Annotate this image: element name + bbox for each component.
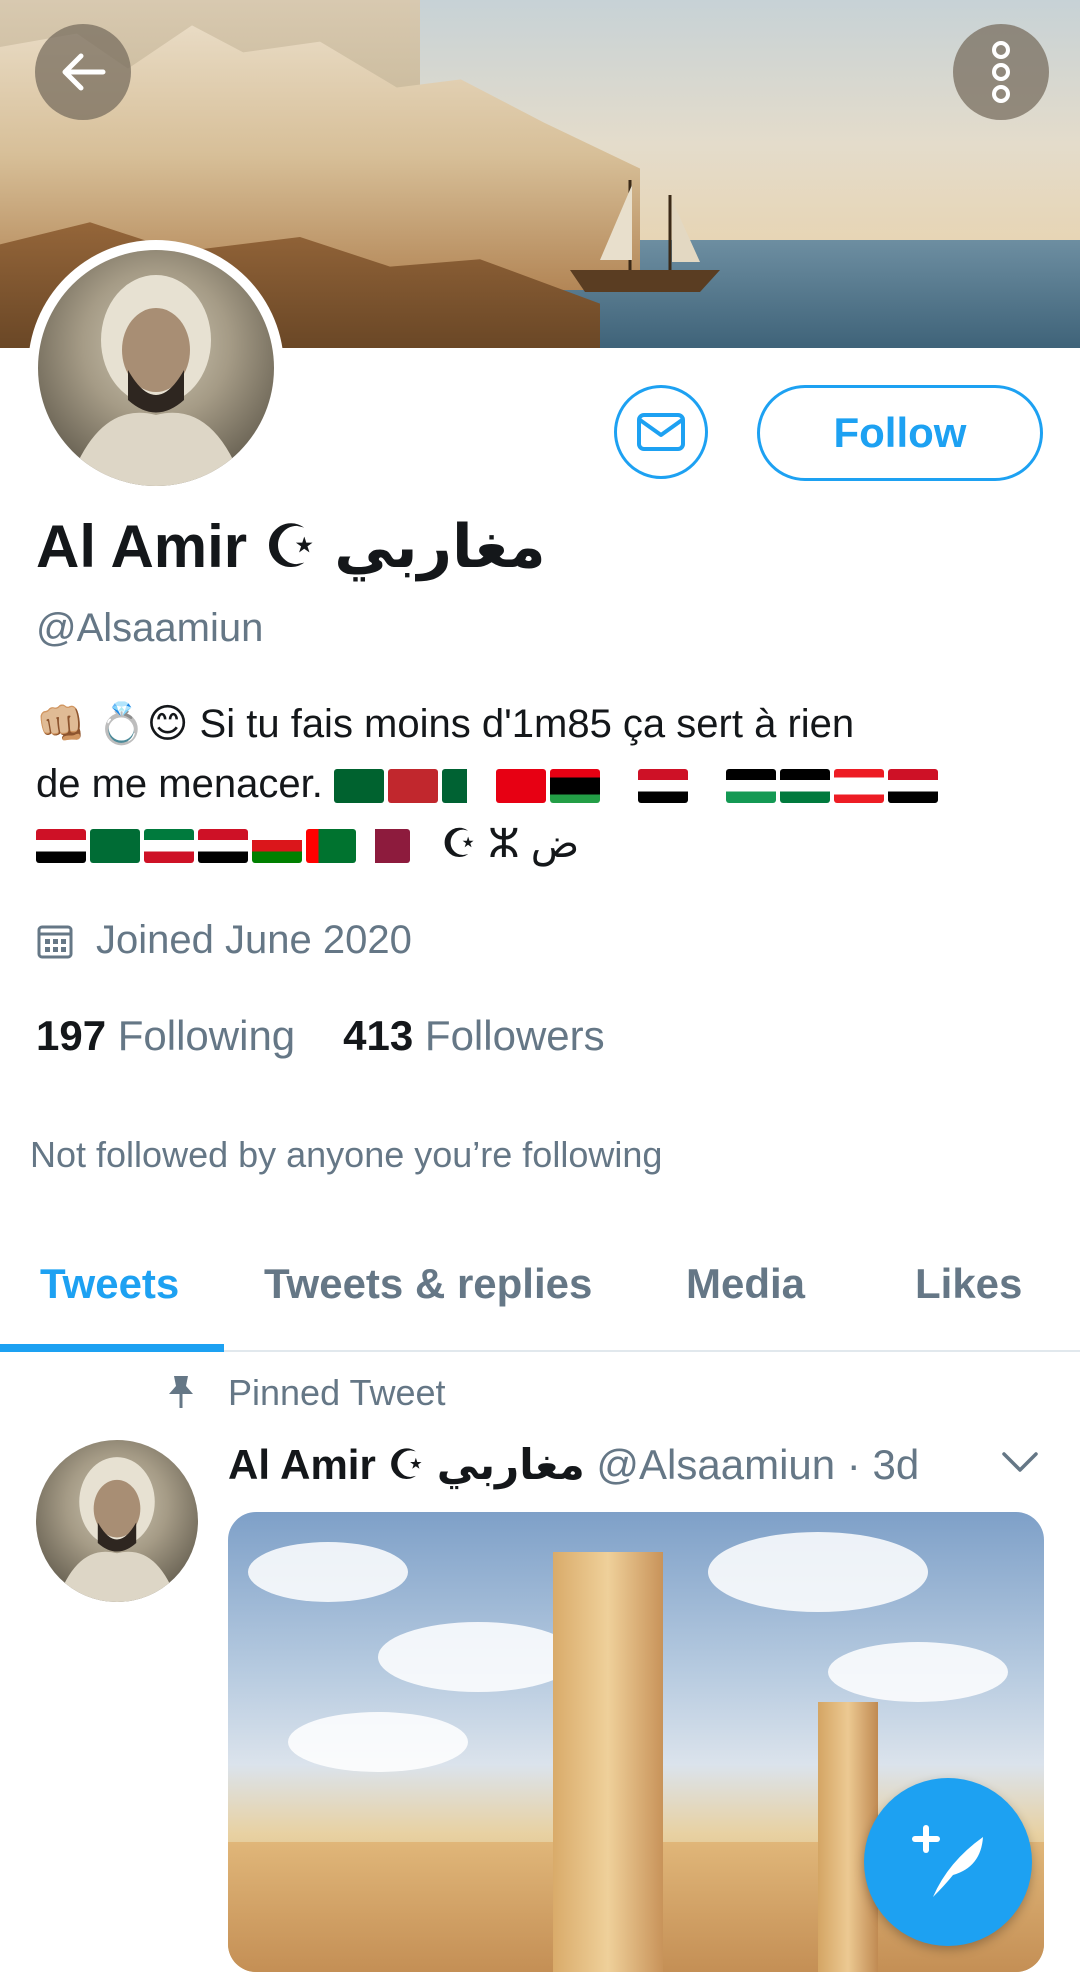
tab-tweets[interactable]: Tweets — [40, 1260, 179, 1308]
display-name: Al Amir ☪ مغاربي — [36, 513, 546, 580]
tweet-header: Al Amir ☪ مغاربي @Alsaamiun · 3d — [228, 1440, 919, 1489]
avatar-image — [36, 1440, 198, 1602]
flag-oman — [252, 829, 302, 864]
back-button[interactable] — [35, 24, 131, 120]
bio-text-line-2: de me menacer. — [36, 762, 323, 806]
tab-tweets-replies[interactable]: Tweets & replies — [264, 1260, 592, 1308]
arrow-left-icon — [62, 53, 106, 91]
avatar-image — [38, 250, 274, 486]
following-count: 197 — [36, 1012, 107, 1059]
message-button[interactable] — [614, 385, 708, 479]
more-vertical-icon — [992, 41, 1010, 103]
flag-kuwait — [144, 829, 194, 864]
compose-feather-icon — [912, 1825, 983, 1897]
avatar-portrait — [56, 1457, 178, 1602]
tweet-author-avatar[interactable] — [36, 1440, 198, 1602]
more-options-button[interactable] — [953, 24, 1049, 120]
flag-morocco — [387, 769, 438, 804]
flag-palestine — [725, 769, 776, 804]
bio-text-line-1: Si tu fais moins d'1m85 ça sert à rien — [199, 702, 855, 746]
following-link[interactable]: 197 Following — [36, 1012, 295, 1060]
flag-algeria — [441, 769, 492, 804]
profile-bio: 👊🏼 💍😊 Si tu fais moins d'1m85 ça sert à … — [36, 694, 1036, 874]
tab-likes[interactable]: Likes — [915, 1260, 1022, 1308]
bio-flags-row-1 — [333, 769, 938, 804]
pin-icon — [169, 1376, 193, 1408]
bio-emoji: 👊🏼 💍😊 — [36, 702, 189, 746]
pinned-tweet-label: Pinned Tweet — [228, 1372, 446, 1413]
not-followed-notice: Not followed by anyone you’re following — [30, 1134, 663, 1175]
profile-avatar[interactable] — [28, 240, 284, 496]
tab-media[interactable]: Media — [686, 1260, 805, 1308]
tweet-author-handle-time: @Alsaamiun · 3d — [596, 1441, 920, 1488]
followers-label: Followers — [424, 1012, 605, 1059]
flag-lebanon — [833, 769, 884, 804]
followers-count: 413 — [343, 1012, 414, 1059]
joined-date: Joined June 2020 — [36, 918, 412, 963]
image-cloud — [828, 1642, 1008, 1702]
flag-syria — [887, 769, 938, 804]
flag-yemen — [198, 829, 248, 864]
profile-stats: 197 Following 413 Followers — [36, 1012, 605, 1060]
flag-libya — [549, 769, 600, 804]
calendar-icon — [37, 925, 73, 958]
image-cloud — [288, 1712, 468, 1772]
follow-button[interactable]: Follow — [757, 385, 1043, 481]
flag-mauritania — [333, 769, 384, 804]
banner-ship — [570, 180, 720, 292]
image-cloud — [708, 1532, 928, 1612]
flag-jordan — [779, 769, 830, 804]
image-minaret — [553, 1552, 663, 1972]
tweet-author-name[interactable]: Al Amir ☪ مغاربي — [228, 1441, 585, 1488]
mail-icon — [637, 413, 685, 451]
profile-tabs: Tweets Tweets & replies Media Likes — [0, 1240, 1080, 1352]
chevron-down-icon[interactable] — [1000, 1450, 1040, 1474]
flag-egypt — [637, 769, 688, 804]
bio-flags-row-2 — [36, 829, 410, 864]
flag-saudi-arabia — [90, 829, 140, 864]
avatar-portrait — [68, 275, 244, 486]
flag-iraq — [36, 829, 86, 864]
compose-tweet-button[interactable] — [864, 1778, 1032, 1946]
active-tab-indicator — [0, 1344, 224, 1352]
bio-symbols: ☪ ⵣ ض — [441, 822, 580, 866]
profile-handle: @Alsaamiun — [36, 606, 264, 650]
image-cloud — [378, 1622, 578, 1692]
joined-text: Joined June 2020 — [96, 918, 412, 962]
flag-tunisia — [495, 769, 546, 804]
following-label: Following — [117, 1012, 296, 1059]
image-cloud — [248, 1542, 408, 1602]
flag-qatar — [360, 829, 410, 864]
followers-link[interactable]: 413 Followers — [343, 1012, 604, 1060]
flag-uae — [306, 829, 356, 864]
